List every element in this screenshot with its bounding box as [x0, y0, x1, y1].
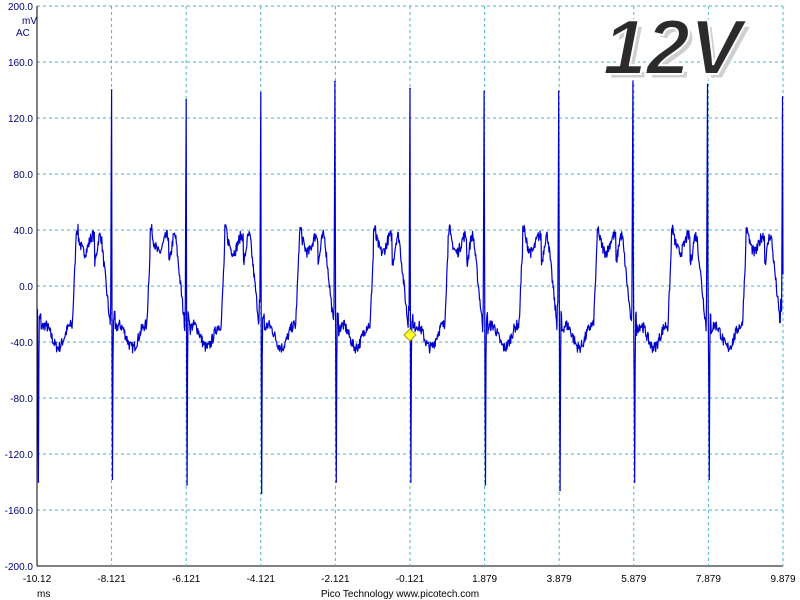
y-tick-label: -120.0 — [5, 450, 34, 461]
x-tick-label: -8.121 — [97, 574, 126, 585]
x-tick-label: 9.879 — [770, 574, 795, 585]
y-tick-label: 160.0 — [8, 58, 33, 69]
negative-spike-point — [260, 492, 263, 495]
coupling-label: AC — [16, 28, 30, 39]
y-axis-ticks: 200.0 160.0 120.0 80.0 40.0 0.0 -40.0 -80.0 -120… — [5, 2, 34, 573]
y-tick-label: -40.0 — [10, 338, 33, 349]
positive-spike-point — [260, 92, 262, 94]
positive-spike-point — [483, 90, 486, 93]
positive-spike-point — [334, 80, 336, 83]
positive-spike-point — [781, 96, 784, 98]
x-tick-label: -4.121 — [247, 574, 276, 585]
negative-spike-point — [111, 478, 114, 481]
x-tick-label: -10.12 — [23, 574, 52, 585]
y-tick-label: 200.0 — [8, 2, 33, 13]
trigger-marker — [403, 328, 417, 342]
negative-spike-point — [559, 489, 561, 492]
x-tick-label: 3.879 — [547, 574, 572, 585]
x-tick-label: -0.121 — [396, 574, 425, 585]
x-unit-label: ms — [37, 589, 50, 600]
negative-spike-point — [484, 484, 487, 486]
negative-spike-point — [633, 481, 636, 483]
brand-footer: Pico Technology www.picotech.com — [321, 589, 479, 600]
x-tick-label: -2.121 — [321, 574, 350, 585]
y-tick-label: 0.0 — [19, 282, 33, 293]
positive-spike-point — [558, 90, 560, 93]
positive-spike-point — [110, 89, 113, 91]
voltage-title: 12V — [603, 3, 748, 91]
negative-spike-point — [37, 481, 40, 483]
oscilloscope-chart: 200.0 160.0 120.0 80.0 40.0 0.0 -40.0 -80.0 -120… — [5, 2, 796, 600]
positive-spike-point — [185, 99, 188, 101]
positive-spike-point — [409, 87, 411, 90]
y-tick-label: -200.0 — [5, 562, 34, 573]
plot-area — [36, 79, 784, 495]
negative-spike-point — [335, 481, 337, 483]
negative-spike-point — [409, 481, 412, 483]
waveform-series — [36, 79, 784, 494]
x-tick-label: 7.879 — [696, 574, 721, 585]
x-tick-label: 1.879 — [472, 574, 497, 585]
x-axis-ticks: -10.12 -8.121 -6.121 -4.121 -2.121 -0.121 1.87… — [23, 574, 796, 585]
y-tick-label: -80.0 — [10, 394, 33, 405]
y-unit-label: mV — [22, 16, 37, 27]
y-tick-label: 40.0 — [14, 226, 34, 237]
x-tick-label: -6.121 — [172, 574, 201, 585]
y-tick-label: -160.0 — [5, 506, 34, 517]
negative-spike-point — [708, 478, 710, 481]
x-tick-label: 5.879 — [621, 574, 646, 585]
y-tick-label: 120.0 — [8, 114, 33, 125]
y-tick-label: 80.0 — [14, 170, 34, 181]
negative-spike-point — [186, 484, 188, 486]
